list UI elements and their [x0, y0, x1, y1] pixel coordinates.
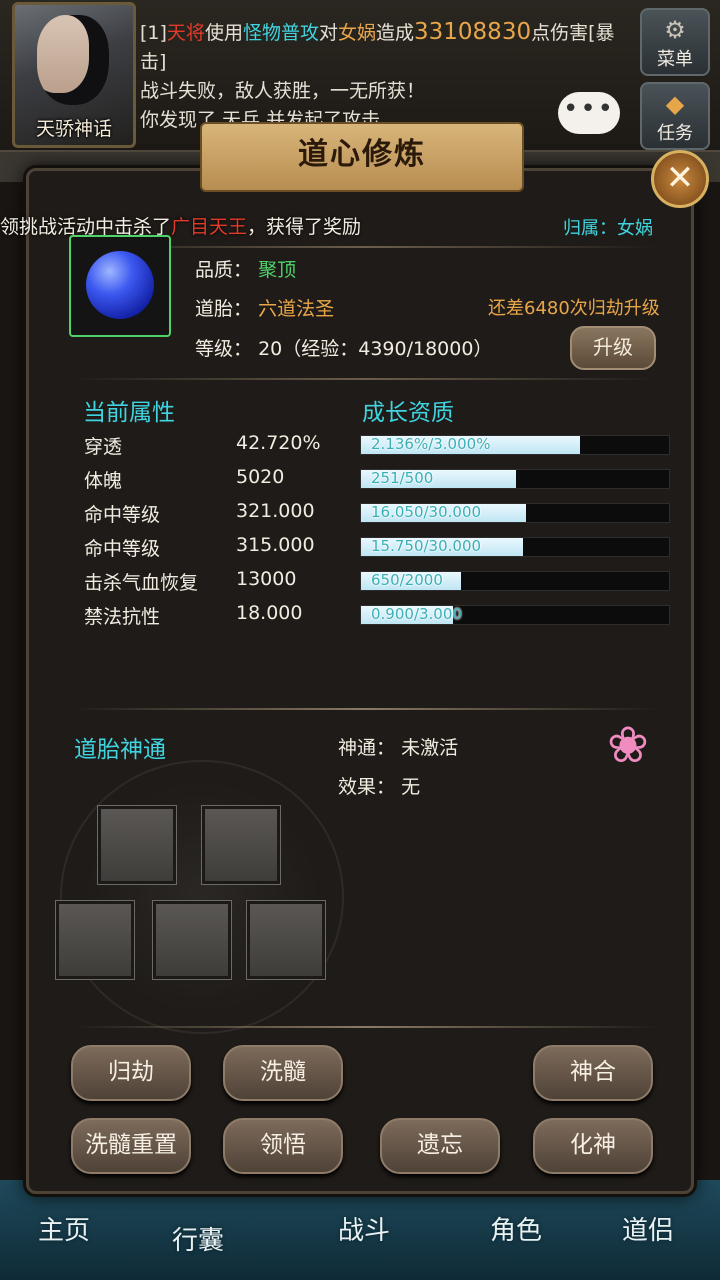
level-row: 等级： 20（经验：4390/18000）: [195, 334, 492, 361]
nav-home[interactable]: 主页: [38, 1210, 90, 1247]
nav-partner[interactable]: 道侣: [622, 1210, 674, 1247]
divine-row: 神通： 未激活: [338, 733, 458, 760]
section-current-attributes: 当前属性: [83, 400, 175, 426]
growth-progress-text: 15.750/30.000: [371, 537, 482, 555]
shenhe-button[interactable]: 神合: [533, 1045, 653, 1101]
chat-text: 造成: [376, 22, 415, 44]
divider: [72, 708, 658, 710]
quest-button[interactable]: ◆ 任务: [640, 82, 710, 150]
nav-battle[interactable]: 战斗: [338, 1210, 390, 1247]
chat-line-damage: [1]天将使用怪物普攻对女娲造成33108830点伤害[暴击]: [140, 18, 635, 77]
level-label: 等级：: [195, 338, 253, 360]
growth-progress-bar: 650/2000: [360, 571, 670, 591]
attribute-name: 命中等级: [84, 538, 161, 560]
chat-text: 对: [318, 22, 338, 44]
growth-progress-text: 0.900/3.000: [371, 605, 462, 623]
embryo-label: 道胎：: [195, 298, 253, 320]
level-value: 20（经验：4390/18000）: [258, 338, 493, 360]
attribute-name: 穿透: [84, 436, 123, 458]
growth-progress-bar: 15.750/30.000: [360, 537, 670, 557]
quality-row: 品质： 聚顶: [195, 255, 296, 282]
attribute-value: 18.000: [236, 602, 303, 624]
xisui-reset-button[interactable]: 洗髓重置: [71, 1118, 191, 1174]
skill-slot-1[interactable]: [98, 806, 176, 884]
divider: [72, 1026, 658, 1028]
attribute-name: 击杀气血恢复: [84, 572, 199, 594]
embryo-value: 六道法圣: [258, 298, 335, 320]
broadcast-boss: 广目天王: [171, 216, 248, 238]
attribute-value: 315.000: [236, 534, 315, 556]
embryo-item-slot[interactable]: [69, 235, 171, 337]
effect-row: 效果： 无: [338, 772, 420, 799]
skill-slot-3[interactable]: [56, 901, 134, 979]
nav-bag[interactable]: 行囊: [172, 1220, 224, 1257]
close-button[interactable]: ✕: [651, 150, 709, 208]
avatar-portrait: [37, 15, 109, 105]
belong-info: 归属：女娲: [563, 214, 653, 240]
belong-value: 女娲: [617, 218, 653, 239]
player-name: 天骄神话: [35, 118, 112, 140]
growth-progress-bar: 251/500: [360, 469, 670, 489]
attribute-value: 13000: [236, 568, 297, 590]
effect-value: 无: [401, 776, 421, 798]
effect-label: 效果：: [338, 776, 396, 798]
attribute-value: 321.000: [236, 500, 315, 522]
attribute-name: 命中等级: [84, 504, 161, 526]
section-growth: 成长资质: [362, 400, 454, 426]
menu-button[interactable]: ⚙ 菜单: [640, 8, 710, 76]
growth-progress-text: 650/2000: [371, 571, 443, 589]
upgrade-requirement: 还差6480次归劫升级: [488, 298, 660, 319]
dialog-title: 道心修炼: [200, 122, 524, 192]
guijie-button[interactable]: 归劫: [71, 1045, 191, 1101]
quality-value: 聚顶: [258, 259, 297, 281]
growth-progress-text: 2.136%/3.000%: [371, 435, 491, 453]
section-divine-power: 道胎神通: [74, 737, 166, 763]
skill-slot-5[interactable]: [247, 901, 325, 979]
quest-label: 任务: [657, 123, 693, 144]
chat-verb: 使用: [204, 22, 243, 44]
system-broadcast: 领挑战活动中击杀了广目天王，获得了奖励: [0, 212, 361, 239]
chat-target: 女娲: [337, 22, 376, 44]
belong-label: 归属：: [563, 218, 617, 239]
attribute-value: 42.720%: [236, 432, 321, 454]
yiwang-button[interactable]: 遗忘: [380, 1118, 500, 1174]
lingwu-button[interactable]: 领悟: [223, 1118, 343, 1174]
skill-slot-2[interactable]: [202, 806, 280, 884]
chat-bubble-button[interactable]: •••: [558, 92, 620, 134]
player-avatar[interactable]: 天骄神话: [12, 2, 136, 148]
growth-progress-bar: 2.136%/3.000%: [360, 435, 670, 455]
divine-label: 神通：: [338, 737, 396, 759]
chat-attacker: 天将: [166, 22, 205, 44]
nav-role[interactable]: 角色: [490, 1210, 542, 1247]
sakura-flower-icon[interactable]: ❀: [600, 718, 656, 772]
skill-slot-4[interactable]: [153, 901, 231, 979]
divine-value: 未激活: [401, 737, 459, 759]
blue-orb-icon: [86, 251, 154, 319]
growth-progress-text: 251/500: [371, 469, 434, 487]
broadcast-text: ，获得了奖励: [247, 216, 362, 238]
menu-label: 菜单: [657, 49, 693, 70]
divider: [72, 378, 658, 380]
xisui-button[interactable]: 洗髓: [223, 1045, 343, 1101]
attribute-name: 禁法抗性: [84, 606, 161, 628]
growth-progress-bar: 0.900/3.000: [360, 605, 670, 625]
growth-progress-bar: 16.050/30.000: [360, 503, 670, 523]
chat-channel: [1]: [140, 22, 167, 44]
quest-icon: ◆: [665, 90, 685, 118]
taiji-emblem: [60, 760, 344, 1034]
quality-label: 品质：: [195, 259, 253, 281]
gear-icon: ⚙: [664, 16, 686, 44]
upgrade-button[interactable]: 升级: [570, 326, 656, 370]
chat-skill: 怪物普攻: [242, 22, 319, 44]
chat-damage: 33108830: [414, 19, 532, 45]
growth-progress-text: 16.050/30.000: [371, 503, 482, 521]
attribute-value: 5020: [236, 466, 285, 488]
embryo-row: 道胎： 六道法圣: [195, 294, 334, 321]
huashen-button[interactable]: 化神: [533, 1118, 653, 1174]
attribute-name: 体魄: [84, 470, 123, 492]
